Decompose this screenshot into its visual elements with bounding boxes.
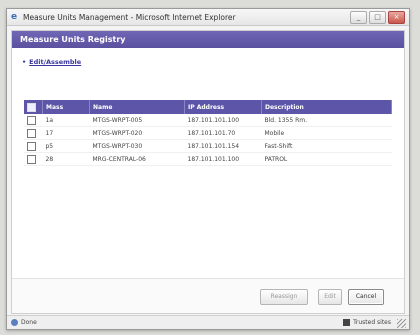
internet-explorer-icon: e <box>11 11 18 22</box>
table-row[interactable]: 28 MRG-CENTRAL-06 187.101.101.100 PATROL <box>24 152 392 166</box>
row-checkbox[interactable] <box>27 115 36 125</box>
cell-name: MTGS-WRPT-030 <box>89 139 185 153</box>
table-row[interactable]: p5 MTGS-WRPT-030 187.101.101.154 Fast-Sh… <box>24 139 392 153</box>
units-table: Mass Name IP Address Description 1a MTGS… <box>24 100 392 166</box>
window-controls: _ □ × <box>350 10 405 24</box>
cell-ip: 187.101.101.154 <box>184 139 262 153</box>
cell-name: MTGS-WRPT-005 <box>89 114 185 127</box>
cell-name: MRG-CENTRAL-06 <box>89 152 185 166</box>
cell-mass: 1a <box>42 114 90 127</box>
cell-description: PATROL <box>261 152 392 166</box>
close-button[interactable]: × <box>388 10 405 24</box>
button-bar: Reassign Edit Cancel <box>12 278 404 313</box>
status-zone: Trusted sites <box>343 316 391 329</box>
link-row: • Edit/Assemble <box>12 48 404 66</box>
minimize-button[interactable]: _ <box>350 10 367 24</box>
table-header-row: Mass Name IP Address Description <box>24 100 392 114</box>
column-header-ip[interactable]: IP Address <box>184 100 262 114</box>
cell-ip: 187.101.101.100 <box>184 114 262 127</box>
row-checkbox[interactable] <box>27 128 36 138</box>
cell-mass: p5 <box>42 139 90 153</box>
status-left: Done <box>11 316 37 329</box>
resize-grip-icon[interactable] <box>397 319 406 328</box>
cell-ip: 187.101.101.70 <box>184 126 262 140</box>
title-bar: e Measure Units Management - Microsoft I… <box>7 9 409 26</box>
cell-description: Mobile <box>261 126 392 140</box>
cancel-button[interactable]: Cancel <box>348 289 384 305</box>
reassign-button[interactable]: Reassign <box>260 289 308 305</box>
cell-mass: 28 <box>42 152 90 166</box>
page-title: Measure Units Registry <box>12 31 404 48</box>
table-row[interactable]: 1a MTGS-WRPT-005 187.101.101.100 Bld. 13… <box>24 114 392 127</box>
cell-name: MTGS-WRPT-020 <box>89 126 185 140</box>
cell-description: Bld. 1355 Rm. <box>261 114 392 127</box>
cell-ip: 187.101.101.100 <box>184 152 262 166</box>
row-checkbox[interactable] <box>27 141 36 151</box>
column-header-mass[interactable]: Mass <box>42 100 90 114</box>
edit-button[interactable]: Edit <box>318 289 342 305</box>
page-icon <box>11 319 18 326</box>
security-zone-icon <box>343 319 351 326</box>
row-select-cell <box>24 114 43 127</box>
select-all-header <box>24 100 43 114</box>
cell-mass: 17 <box>42 126 90 140</box>
bullet-icon: • <box>22 58 27 66</box>
row-select-cell <box>24 126 43 140</box>
select-all-checkbox[interactable] <box>27 102 36 112</box>
edit-assemble-link[interactable]: Edit/Assemble <box>29 58 81 66</box>
column-header-description[interactable]: Description <box>261 100 392 114</box>
column-header-name[interactable]: Name <box>89 100 185 114</box>
window-title: Measure Units Management - Microsoft Int… <box>23 12 236 22</box>
row-select-cell <box>24 139 43 153</box>
table-row[interactable]: 17 MTGS-WRPT-020 187.101.101.70 Mobile <box>24 126 392 140</box>
maximize-button[interactable]: □ <box>369 10 386 24</box>
status-text: Done <box>21 319 37 326</box>
row-checkbox[interactable] <box>27 154 36 164</box>
cell-description: Fast-Shift <box>261 139 392 153</box>
status-bar: Done Trusted sites <box>7 315 409 329</box>
page-content: Measure Units Registry • Edit/Assemble Ma… <box>11 30 405 314</box>
browser-window: e Measure Units Management - Microsoft I… <box>6 8 410 330</box>
row-select-cell <box>24 152 43 166</box>
zone-text: Trusted sites <box>353 319 391 326</box>
